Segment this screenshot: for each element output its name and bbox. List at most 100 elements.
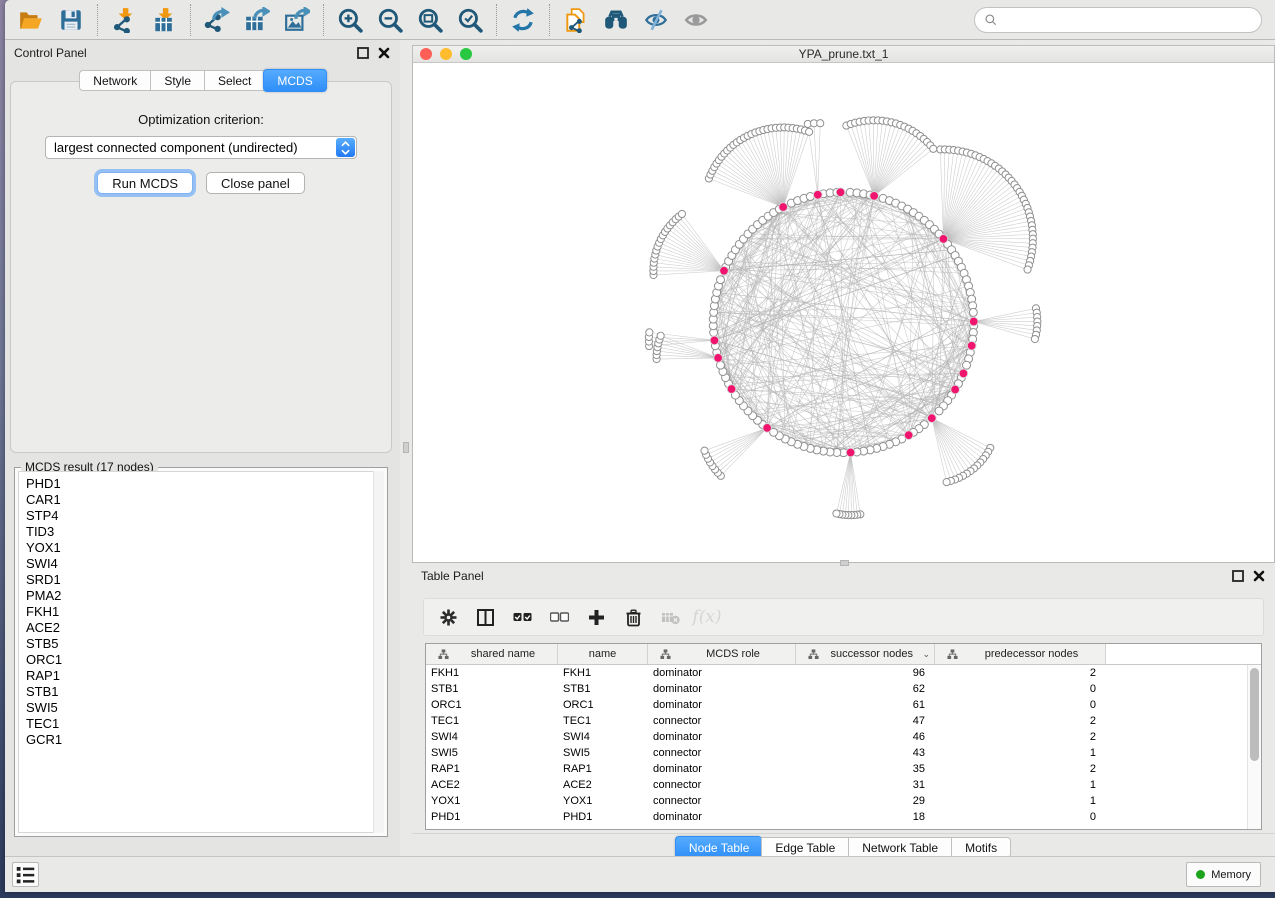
find-button[interactable]: [596, 3, 636, 37]
table-row[interactable]: STB1STB1dominator620: [426, 681, 1247, 697]
task-history-button[interactable]: [12, 862, 39, 887]
import-table-button[interactable]: [144, 3, 184, 37]
cell-shared-name[interactable]: RAP1: [426, 763, 558, 775]
search-input[interactable]: [1004, 13, 1252, 27]
close-panel-icon[interactable]: [377, 46, 391, 60]
cell-successor-nodes[interactable]: 62: [796, 683, 935, 695]
mcds-result-item[interactable]: ACE2: [26, 620, 383, 636]
cell-name[interactable]: ACE2: [558, 779, 648, 791]
cell-MCDS-role[interactable]: dominator: [648, 699, 796, 711]
cell-MCDS-role[interactable]: connector: [648, 779, 796, 791]
zoom-selected-button[interactable]: [450, 3, 490, 37]
vertical-splitter-handle[interactable]: [403, 442, 409, 453]
mcds-result-item[interactable]: TID3: [26, 524, 383, 540]
cell-MCDS-role[interactable]: dominator: [648, 667, 796, 679]
mcds-result-list[interactable]: PHD1CAR1STP4TID3YOX1SWI4SRD1PMA2FKH1ACE2…: [18, 471, 384, 833]
cell-MCDS-role[interactable]: dominator: [648, 731, 796, 743]
cell-MCDS-role[interactable]: connector: [648, 747, 796, 759]
cell-successor-nodes[interactable]: 47: [796, 715, 935, 727]
export-table-button[interactable]: [237, 3, 277, 37]
cell-predecessor-nodes[interactable]: 1: [935, 747, 1106, 759]
criterion-select[interactable]: largest connected component (undirected): [45, 136, 357, 159]
mcds-result-item[interactable]: PMA2: [26, 588, 383, 604]
vertical-splitter[interactable]: [400, 40, 412, 856]
refresh-button[interactable]: [503, 3, 543, 37]
maximize-window-icon[interactable]: [460, 48, 472, 60]
cell-name[interactable]: RAP1: [558, 763, 648, 775]
cell-MCDS-role[interactable]: connector: [648, 715, 796, 727]
table-row[interactable]: SWI4SWI4dominator462: [426, 729, 1247, 745]
mcds-result-item[interactable]: TEC1: [26, 716, 383, 732]
cell-name[interactable]: STB1: [558, 683, 648, 695]
table-row[interactable]: TEC1TEC1connector472: [426, 713, 1247, 729]
cell-shared-name[interactable]: ORC1: [426, 699, 558, 711]
cell-shared-name[interactable]: YOX1: [426, 795, 558, 807]
cell-predecessor-nodes[interactable]: 0: [935, 683, 1106, 695]
network-canvas[interactable]: [412, 63, 1275, 563]
search-box[interactable]: [974, 7, 1262, 33]
cell-name[interactable]: YOX1: [558, 795, 648, 807]
cell-shared-name[interactable]: FKH1: [426, 667, 558, 679]
column-header-MCDS-role[interactable]: MCDS role: [648, 644, 796, 664]
cell-successor-nodes[interactable]: 43: [796, 747, 935, 759]
run-mcds-button[interactable]: Run MCDS: [97, 172, 193, 194]
cell-predecessor-nodes[interactable]: 1: [935, 795, 1106, 807]
mcds-result-item[interactable]: SWI4: [26, 556, 383, 572]
memory-button[interactable]: Memory: [1186, 862, 1261, 887]
export-image-button[interactable]: [277, 3, 317, 37]
save-button[interactable]: [51, 3, 91, 37]
mcds-result-item[interactable]: SRD1: [26, 572, 383, 588]
mcds-result-item[interactable]: STP4: [26, 508, 383, 524]
close-panel-button[interactable]: Close panel: [206, 172, 305, 194]
cell-name[interactable]: ORC1: [558, 699, 648, 711]
cell-shared-name[interactable]: SWI5: [426, 747, 558, 759]
zoom-fit-button[interactable]: [410, 3, 450, 37]
column-header-predecessor-nodes[interactable]: predecessor nodes: [935, 644, 1106, 664]
table-row[interactable]: FKH1FKH1dominator962: [426, 665, 1247, 681]
mcds-result-item[interactable]: STB5: [26, 636, 383, 652]
cell-shared-name[interactable]: SWI4: [426, 731, 558, 743]
tab-network[interactable]: Network: [79, 70, 150, 91]
float-panel-button[interactable]: [356, 46, 370, 60]
tab-style[interactable]: Style: [150, 70, 204, 91]
cell-name[interactable]: TEC1: [558, 715, 648, 727]
close-table-icon[interactable]: [1252, 569, 1266, 583]
preview-eye-button[interactable]: [676, 3, 716, 37]
open-button[interactable]: [11, 3, 51, 37]
cell-successor-nodes[interactable]: 29: [796, 795, 935, 807]
show-hide-button[interactable]: [636, 3, 676, 37]
cell-predecessor-nodes[interactable]: 2: [935, 715, 1106, 727]
mcds-result-item[interactable]: RAP1: [26, 668, 383, 684]
tab-motifs[interactable]: Motifs: [951, 837, 1011, 858]
cell-predecessor-nodes[interactable]: 0: [935, 699, 1106, 711]
network-graph[interactable]: [413, 63, 1274, 562]
horizontal-splitter-handle[interactable]: [840, 560, 849, 566]
column-header-name[interactable]: name: [558, 644, 648, 664]
table-scrollbar-thumb[interactable]: [1250, 668, 1259, 761]
settings-button[interactable]: [434, 603, 462, 631]
cell-predecessor-nodes[interactable]: 2: [935, 731, 1106, 743]
cell-predecessor-nodes[interactable]: 2: [935, 763, 1106, 775]
cell-shared-name[interactable]: ACE2: [426, 779, 558, 791]
mcds-result-item[interactable]: CAR1: [26, 492, 383, 508]
tab-select[interactable]: Select: [204, 70, 264, 91]
table-row[interactable]: ACE2ACE2connector311: [426, 777, 1247, 793]
network-titlebar[interactable]: YPA_prune.txt_1: [412, 45, 1275, 63]
cell-name[interactable]: FKH1: [558, 667, 648, 679]
cell-successor-nodes[interactable]: 18: [796, 811, 935, 823]
tab-network-table[interactable]: Network Table: [848, 837, 951, 858]
cell-successor-nodes[interactable]: 96: [796, 667, 935, 679]
zoom-out-button[interactable]: [370, 3, 410, 37]
select-all-button[interactable]: [508, 603, 536, 631]
cell-successor-nodes[interactable]: 61: [796, 699, 935, 711]
cell-MCDS-role[interactable]: connector: [648, 795, 796, 807]
delete-button[interactable]: [619, 603, 647, 631]
cell-shared-name[interactable]: PHD1: [426, 811, 558, 823]
add-button[interactable]: [582, 603, 610, 631]
columns-button[interactable]: [471, 603, 499, 631]
close-window-icon[interactable]: [420, 48, 432, 60]
mcds-result-item[interactable]: GCR1: [26, 732, 383, 748]
mcds-result-item[interactable]: FKH1: [26, 604, 383, 620]
mcds-result-item[interactable]: YOX1: [26, 540, 383, 556]
cell-successor-nodes[interactable]: 35: [796, 763, 935, 775]
